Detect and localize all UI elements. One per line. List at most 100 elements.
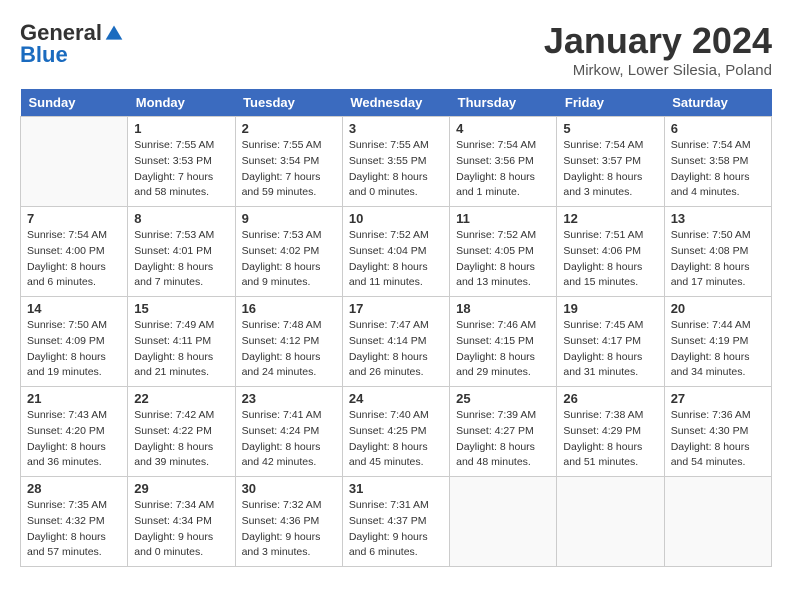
cell-info: Sunrise: 7:43 AMSunset: 4:20 PMDaylight:… xyxy=(27,408,121,471)
calendar-cell: 4 Sunrise: 7:54 AMSunset: 3:56 PMDaylight… xyxy=(450,117,557,207)
date-number: 17 xyxy=(349,301,443,316)
cell-info: Sunrise: 7:54 AMSunset: 3:57 PMDaylight:… xyxy=(563,138,657,201)
cell-info: Sunrise: 7:53 AMSunset: 4:01 PMDaylight:… xyxy=(134,228,228,291)
week-row-2: 7 Sunrise: 7:54 AMSunset: 4:00 PMDaylight… xyxy=(21,207,772,297)
day-header-saturday: Saturday xyxy=(664,89,771,117)
cell-info: Sunrise: 7:35 AMSunset: 4:32 PMDaylight:… xyxy=(27,498,121,561)
month-title: January 2024 xyxy=(544,20,772,62)
calendar-cell: 18 Sunrise: 7:46 AMSunset: 4:15 PMDayligh… xyxy=(450,297,557,387)
date-number: 25 xyxy=(456,391,550,406)
date-number: 27 xyxy=(671,391,765,406)
date-number: 22 xyxy=(134,391,228,406)
date-number: 23 xyxy=(242,391,336,406)
cell-info: Sunrise: 7:40 AMSunset: 4:25 PMDaylight:… xyxy=(349,408,443,471)
calendar-cell: 24 Sunrise: 7:40 AMSunset: 4:25 PMDayligh… xyxy=(342,387,449,477)
date-number: 10 xyxy=(349,211,443,226)
cell-info: Sunrise: 7:48 AMSunset: 4:12 PMDaylight:… xyxy=(242,318,336,381)
calendar-cell: 11Sunrise: 7:52 AMSunset: 4:05 PMDayligh… xyxy=(450,207,557,297)
cell-info: Sunrise: 7:54 AMSunset: 4:00 PMDaylight:… xyxy=(27,228,121,291)
date-number: 12 xyxy=(563,211,657,226)
calendar-cell: 13 Sunrise: 7:50 AMSunset: 4:08 PMDayligh… xyxy=(664,207,771,297)
cell-info: Sunrise: 7:36 AMSunset: 4:30 PMDaylight:… xyxy=(671,408,765,471)
date-number: 24 xyxy=(349,391,443,406)
calendar-cell xyxy=(450,477,557,567)
calendar-cell: 22Sunrise: 7:42 AMSunset: 4:22 PMDayligh… xyxy=(128,387,235,477)
date-number: 14 xyxy=(27,301,121,316)
calendar-cell: 16 Sunrise: 7:48 AMSunset: 4:12 PMDayligh… xyxy=(235,297,342,387)
calendar-cell: 25 Sunrise: 7:39 AMSunset: 4:27 PMDayligh… xyxy=(450,387,557,477)
week-row-1: 1Sunrise: 7:55 AMSunset: 3:53 PMDaylight… xyxy=(21,117,772,207)
calendar-cell: 6Sunrise: 7:54 AMSunset: 3:58 PMDaylight… xyxy=(664,117,771,207)
calendar-cell: 9Sunrise: 7:53 AMSunset: 4:02 PMDaylight… xyxy=(235,207,342,297)
cell-info: Sunrise: 7:45 AMSunset: 4:17 PMDaylight:… xyxy=(563,318,657,381)
date-number: 18 xyxy=(456,301,550,316)
logo-triangle-icon xyxy=(104,23,124,43)
date-number: 3 xyxy=(349,121,443,136)
cell-info: Sunrise: 7:55 AMSunset: 3:53 PMDaylight:… xyxy=(134,138,228,201)
calendar-cell: 5 Sunrise: 7:54 AMSunset: 3:57 PMDaylight… xyxy=(557,117,664,207)
cell-info: Sunrise: 7:39 AMSunset: 4:27 PMDaylight:… xyxy=(456,408,550,471)
page-header: General Blue January 2024 Mirkow, Lower … xyxy=(20,20,772,79)
calendar-cell: 1Sunrise: 7:55 AMSunset: 3:53 PMDaylight… xyxy=(128,117,235,207)
cell-info: Sunrise: 7:44 AMSunset: 4:19 PMDaylight:… xyxy=(671,318,765,381)
cell-info: Sunrise: 7:55 AMSunset: 3:55 PMDaylight:… xyxy=(349,138,443,201)
calendar-cell xyxy=(664,477,771,567)
calendar-cell: 14Sunrise: 7:50 AMSunset: 4:09 PMDayligh… xyxy=(21,297,128,387)
cell-info: Sunrise: 7:34 AMSunset: 4:34 PMDaylight:… xyxy=(134,498,228,561)
calendar-cell: 7 Sunrise: 7:54 AMSunset: 4:00 PMDaylight… xyxy=(21,207,128,297)
date-number: 2 xyxy=(242,121,336,136)
cell-info: Sunrise: 7:53 AMSunset: 4:02 PMDaylight:… xyxy=(242,228,336,291)
date-number: 20 xyxy=(671,301,765,316)
calendar-cell: 10 Sunrise: 7:52 AMSunset: 4:04 PMDayligh… xyxy=(342,207,449,297)
cell-info: Sunrise: 7:52 AMSunset: 4:05 PMDaylight:… xyxy=(456,228,550,291)
day-header-monday: Monday xyxy=(128,89,235,117)
day-header-thursday: Thursday xyxy=(450,89,557,117)
week-row-5: 28 Sunrise: 7:35 AMSunset: 4:32 PMDayligh… xyxy=(21,477,772,567)
date-number: 8 xyxy=(134,211,228,226)
cell-info: Sunrise: 7:54 AMSunset: 3:56 PMDaylight:… xyxy=(456,138,550,201)
logo: General Blue xyxy=(20,20,124,68)
calendar-cell: 21 Sunrise: 7:43 AMSunset: 4:20 PMDayligh… xyxy=(21,387,128,477)
calendar-cell: 19 Sunrise: 7:45 AMSunset: 4:17 PMDayligh… xyxy=(557,297,664,387)
week-row-3: 14Sunrise: 7:50 AMSunset: 4:09 PMDayligh… xyxy=(21,297,772,387)
date-number: 30 xyxy=(242,481,336,496)
calendar-cell: 23 Sunrise: 7:41 AMSunset: 4:24 PMDayligh… xyxy=(235,387,342,477)
cell-info: Sunrise: 7:50 AMSunset: 4:08 PMDaylight:… xyxy=(671,228,765,291)
cell-info: Sunrise: 7:46 AMSunset: 4:15 PMDaylight:… xyxy=(456,318,550,381)
calendar-cell: 27 Sunrise: 7:36 AMSunset: 4:30 PMDayligh… xyxy=(664,387,771,477)
calendar-cell: 28 Sunrise: 7:35 AMSunset: 4:32 PMDayligh… xyxy=(21,477,128,567)
date-number: 28 xyxy=(27,481,121,496)
date-number: 4 xyxy=(456,121,550,136)
cell-info: Sunrise: 7:38 AMSunset: 4:29 PMDaylight:… xyxy=(563,408,657,471)
date-number: 16 xyxy=(242,301,336,316)
day-header-tuesday: Tuesday xyxy=(235,89,342,117)
header-row: SundayMondayTuesdayWednesdayThursdayFrid… xyxy=(21,89,772,117)
calendar-cell: 29 Sunrise: 7:34 AMSunset: 4:34 PMDayligh… xyxy=(128,477,235,567)
location: Mirkow, Lower Silesia, Poland xyxy=(544,62,772,79)
cell-info: Sunrise: 7:47 AMSunset: 4:14 PMDaylight:… xyxy=(349,318,443,381)
calendar-cell: 15Sunrise: 7:49 AMSunset: 4:11 PMDayligh… xyxy=(128,297,235,387)
date-number: 19 xyxy=(563,301,657,316)
date-number: 13 xyxy=(671,211,765,226)
day-header-friday: Friday xyxy=(557,89,664,117)
date-number: 5 xyxy=(563,121,657,136)
date-number: 15 xyxy=(134,301,228,316)
date-number: 31 xyxy=(349,481,443,496)
day-header-wednesday: Wednesday xyxy=(342,89,449,117)
calendar-cell: 12 Sunrise: 7:51 AMSunset: 4:06 PMDayligh… xyxy=(557,207,664,297)
cell-info: Sunrise: 7:51 AMSunset: 4:06 PMDaylight:… xyxy=(563,228,657,291)
calendar-cell: 17 Sunrise: 7:47 AMSunset: 4:14 PMDayligh… xyxy=(342,297,449,387)
calendar-cell: 20 Sunrise: 7:44 AMSunset: 4:19 PMDayligh… xyxy=(664,297,771,387)
calendar-cell: 30Sunrise: 7:32 AMSunset: 4:36 PMDayligh… xyxy=(235,477,342,567)
date-number: 7 xyxy=(27,211,121,226)
cell-info: Sunrise: 7:31 AMSunset: 4:37 PMDaylight:… xyxy=(349,498,443,561)
date-number: 29 xyxy=(134,481,228,496)
week-row-4: 21 Sunrise: 7:43 AMSunset: 4:20 PMDayligh… xyxy=(21,387,772,477)
day-header-sunday: Sunday xyxy=(21,89,128,117)
date-number: 21 xyxy=(27,391,121,406)
calendar-cell: 8 Sunrise: 7:53 AMSunset: 4:01 PMDaylight… xyxy=(128,207,235,297)
cell-info: Sunrise: 7:52 AMSunset: 4:04 PMDaylight:… xyxy=(349,228,443,291)
calendar-cell: 3 Sunrise: 7:55 AMSunset: 3:55 PMDaylight… xyxy=(342,117,449,207)
calendar-cell xyxy=(557,477,664,567)
cell-info: Sunrise: 7:41 AMSunset: 4:24 PMDaylight:… xyxy=(242,408,336,471)
